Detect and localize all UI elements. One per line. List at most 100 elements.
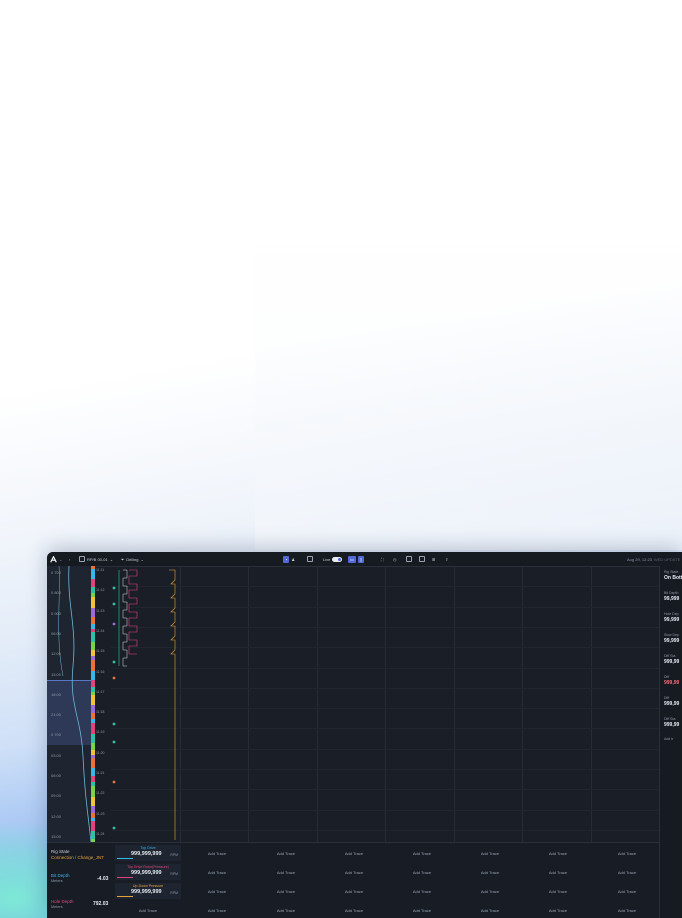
add-trace-button[interactable]: Add Trace: [397, 908, 447, 913]
live-toggle[interactable]: Live: [323, 555, 343, 563]
add-trace-button[interactable]: Add Trace: [465, 851, 515, 856]
comment-icon: [307, 556, 313, 562]
add-trace-button[interactable]: Add Trace: [192, 889, 242, 894]
depth-tick-label: 06:00: [51, 630, 62, 636]
add-trace-button[interactable]: Add Trace: [329, 870, 379, 875]
layout-toggle[interactable]: ▭ ▯: [348, 555, 364, 563]
layout-button[interactable]: [419, 555, 425, 563]
mode-label: Drilling: [126, 556, 139, 562]
fullscreen-button[interactable]: ⛶: [381, 555, 384, 563]
add-trace-button[interactable]: Add Trace: [192, 908, 242, 913]
trace-value: 999,999,999: [131, 851, 162, 857]
chevron-left-icon: ‹: [69, 556, 71, 562]
panel-icon: [406, 556, 412, 562]
add-trace-button[interactable]: Add Trace: [261, 851, 311, 856]
trace-unit: RPM: [170, 853, 178, 857]
logo-icon: [50, 555, 57, 563]
well-name: RP/B 00-01: [87, 556, 108, 562]
logo[interactable]: ⌄: [50, 555, 62, 563]
add-trace-button[interactable]: Add Trace: [397, 870, 447, 875]
right-add-trace[interactable]: Add tr: [664, 737, 673, 741]
chart-view-button[interactable]: ◔: [283, 555, 290, 563]
bit-depth-unit: Meters: [51, 879, 63, 883]
add-trace-button[interactable]: Add Trace: [329, 851, 379, 856]
add-trace-button[interactable]: Add Trace: [261, 908, 311, 913]
trace-value: 999,999,999: [131, 889, 162, 895]
depth-tick-label: 12:00: [51, 651, 62, 657]
add-trace-button[interactable]: Add Trace: [397, 851, 447, 856]
time-tick-label: 11:11: [96, 568, 105, 572]
trace-card[interactable]: Up-Down Pressure 999,999,999 RPM: [115, 883, 181, 899]
time-track: 11:11 11:12 11:13 11:14 11:15 11:16 11:17 11:18…: [95, 566, 111, 842]
add-trace-button[interactable]: Add Trace: [192, 870, 242, 875]
right-item-label: Slow Dep: [664, 633, 679, 637]
history-button[interactable]: ◷: [393, 555, 397, 563]
add-trace-button[interactable]: Add Trace: [465, 908, 515, 913]
depth-track[interactable]: 0 700 0 800 0 900 06:00 12:00 15:00 18:00 21:00…: [47, 566, 93, 842]
right-item-label: Diff: [664, 696, 670, 700]
add-trace-button[interactable]: Add Trace: [123, 908, 173, 913]
add-trace-button[interactable]: Add Trace: [465, 870, 515, 875]
right-item-value: 999,99: [664, 722, 680, 728]
trace-name: Top Drive Rotor(Pressure): [127, 865, 169, 869]
add-trace-button[interactable]: Add Trace: [602, 851, 652, 856]
depth-tick-label: 21:00: [51, 712, 62, 718]
layout-portrait-button[interactable]: ▯: [357, 555, 364, 563]
trace-plot: [112, 569, 176, 840]
panel-button[interactable]: [406, 555, 412, 563]
export-button[interactable]: ⇪: [445, 555, 448, 563]
depth-tick-label: 03:00: [51, 752, 62, 758]
trace-card[interactable]: Top Drive Rotor(Pressure) 999,999,999 RPM: [115, 864, 181, 880]
add-trace-button[interactable]: Add Trace: [261, 889, 311, 894]
add-trace-button[interactable]: Add Trace: [261, 870, 311, 875]
live-label: Live: [323, 556, 331, 562]
bottom-panel: Rig State Connection / Change_JNT Bit De…: [47, 842, 659, 918]
trace-name: Up-Down Pressure: [132, 884, 164, 888]
hole-depth-unit: Meters: [51, 905, 63, 909]
trace-unit: RPM: [170, 872, 178, 876]
depth-tick-label: 0 700: [51, 570, 62, 575]
right-info-panel: Rig State On Bott Bit Depth 99,999 Hole Dep 9…: [659, 566, 682, 918]
grid-button[interactable]: ⊞: [432, 555, 435, 563]
view-toggle[interactable]: ◔ ♟: [283, 555, 295, 563]
right-item-label: Rig State: [664, 570, 679, 574]
trace-color-line: [117, 858, 133, 859]
depth-curve: [58, 566, 92, 842]
add-trace-button[interactable]: Add Trace: [602, 889, 652, 894]
add-trace-button[interactable]: Add Trace: [533, 889, 583, 894]
rig-state-value: Connection / Change_JNT: [51, 855, 105, 860]
well-selector[interactable]: RP/B 00-01 ⌄: [79, 555, 113, 563]
right-item-label: Diff: [664, 675, 670, 679]
trace-card[interactable]: Top Drive 999,999,999 RPM: [115, 845, 181, 861]
live-switch[interactable]: [332, 556, 343, 562]
time-tick-label: 11:24: [96, 831, 105, 836]
time-tick-label: 11:20: [96, 750, 105, 755]
add-trace-button[interactable]: Add Trace: [533, 851, 583, 856]
timestamp: Aug 29, 12:23 WED UPDATE: [627, 556, 681, 562]
trace-color-line: [117, 896, 133, 897]
right-item-value: 999,99: [664, 701, 680, 707]
add-trace-button[interactable]: Add Trace: [533, 870, 583, 875]
add-trace-button[interactable]: Add Trace: [533, 908, 583, 913]
depth-tick-label: 06:00: [51, 773, 62, 778]
layout-landscape-button[interactable]: ▭: [348, 555, 356, 563]
right-item-label: Diff Sta: [664, 717, 676, 721]
chevron-down-icon: ⌄: [109, 556, 114, 562]
add-trace-button[interactable]: Add Trace: [397, 889, 447, 894]
add-trace-button[interactable]: Add Trace: [329, 908, 379, 913]
back-button[interactable]: ‹: [69, 555, 70, 563]
add-trace-button[interactable]: Add Trace: [602, 870, 652, 875]
add-trace-button[interactable]: Add Trace: [192, 851, 242, 856]
add-trace-button[interactable]: Add Trace: [602, 908, 652, 913]
hole-depth-value: 792.03: [93, 901, 109, 907]
mode-selector[interactable]: ⏷ Drilling ⌄: [121, 555, 144, 563]
comment-button[interactable]: [307, 555, 313, 563]
add-trace-button[interactable]: Add Trace: [329, 889, 379, 894]
depth-tick-label: 15:00: [51, 833, 62, 839]
right-item-value: 99,999: [664, 638, 680, 644]
right-item-value: 99,999: [664, 596, 680, 602]
depth-tick-label: 0 700: [51, 732, 62, 738]
add-trace-button[interactable]: Add Trace: [465, 889, 515, 894]
person-icon[interactable]: ♟: [291, 557, 295, 562]
time-tick-label: 11:14: [96, 628, 105, 633]
